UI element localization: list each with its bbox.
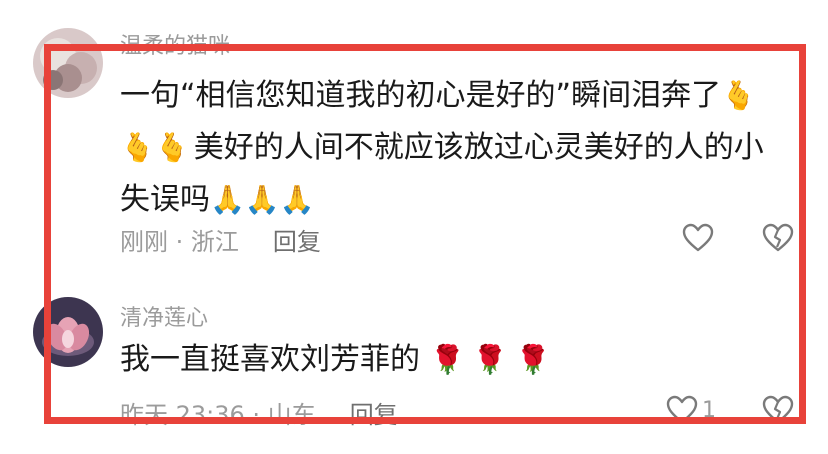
comment-text-line: 美好的人间不就应该放过心灵美好的人的小 <box>193 130 764 165</box>
rose-emoji: 🌹🌹🌹 <box>430 343 559 376</box>
comment-meta: 刚刚 · 浙江 回复 <box>120 222 321 257</box>
reply-button[interactable]: 回复 <box>273 228 321 256</box>
username[interactable]: 清净莲心 <box>120 300 208 332</box>
broken-heart-icon <box>762 223 794 252</box>
finger-heart-emoji: 🫰 <box>721 79 756 112</box>
comment-text: 我一直挺喜欢刘芳菲的 🌹🌹🌹 <box>120 334 790 386</box>
like-button[interactable] <box>664 392 700 428</box>
avatar[interactable] <box>33 28 103 98</box>
like-button[interactable] <box>680 220 716 256</box>
comment-text-line: 失误吗 <box>120 182 210 217</box>
heart-icon <box>682 223 714 252</box>
comment-text: 一句“相信您知道我的初心是好的”瞬间泪奔了🫰 🫰🫰 美好的人间不就应该放过心灵美好… <box>120 70 790 226</box>
dislike-button[interactable] <box>760 220 796 256</box>
like-count: 1 <box>702 398 716 423</box>
avatar[interactable] <box>33 297 103 367</box>
heart-icon <box>666 395 698 424</box>
dislike-button[interactable] <box>760 392 796 428</box>
comment-text-line: 一句“相信您知道我的初心是好的”瞬间泪奔了 <box>120 78 722 113</box>
folded-hands-emoji: 🙏🙏🙏 <box>210 183 315 216</box>
reply-button[interactable]: 回复 <box>350 401 398 429</box>
username[interactable]: 温柔的猫咪 <box>120 28 230 60</box>
timestamp-location: 昨天 23:36 · 山东 <box>120 401 316 429</box>
timestamp-location: 刚刚 · 浙江 <box>120 228 239 256</box>
comment-text-line: 我一直挺喜欢刘芳菲的 <box>120 342 420 377</box>
comment-meta: 昨天 23:36 · 山东 回复 <box>120 395 398 430</box>
broken-heart-icon <box>762 395 794 424</box>
finger-heart-emoji: 🫰🫰 <box>120 131 190 164</box>
